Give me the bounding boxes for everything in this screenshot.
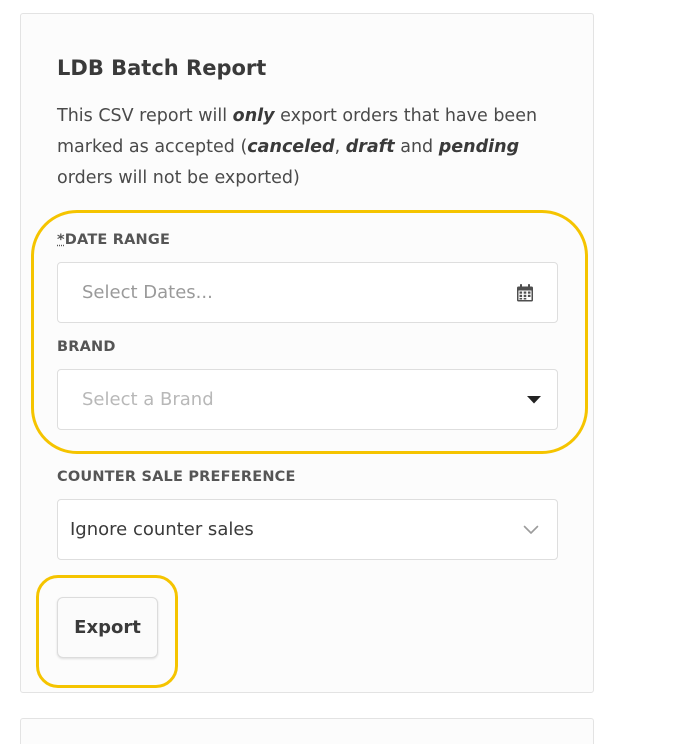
page: LDB Batch Report This CSV report will on… [0,0,678,744]
counter-sale-value: Ignore counter sales [70,519,254,540]
report-title: LDB Batch Report [57,56,267,80]
date-range-label-text: DATE RANGE [64,232,171,248]
description-emphasis-only: only [232,106,275,126]
description-text: , [334,137,346,157]
brand-label: BRAND [57,339,116,355]
description-text: This CSV report will [57,106,233,126]
counter-sale-select[interactable]: Ignore counter sales [57,499,558,560]
brand-select[interactable]: Select a Brand [57,369,558,430]
chevron-down-icon[interactable] [523,525,539,535]
description-text: and [394,137,439,157]
next-card [20,718,594,744]
description-text: orders will not be exported) [57,168,300,188]
brand-placeholder: Select a Brand [82,389,214,410]
counter-sale-label: COUNTER SALE PREFERENCE [57,469,296,485]
calendar-icon[interactable] [516,283,534,302]
export-button[interactable]: Export [57,597,158,658]
date-range-input[interactable]: Select Dates... [57,262,558,323]
date-range-placeholder: Select Dates... [82,282,213,303]
caret-down-icon[interactable] [527,395,541,404]
description-emphasis-pending: pending [438,137,520,157]
description-emphasis-draft: draft [345,137,395,157]
date-range-label: *DATE RANGE [57,232,170,248]
description-emphasis-canceled: canceled [247,137,335,157]
required-marker: * [57,232,65,248]
report-description: This CSV report will only export orders … [57,101,577,194]
